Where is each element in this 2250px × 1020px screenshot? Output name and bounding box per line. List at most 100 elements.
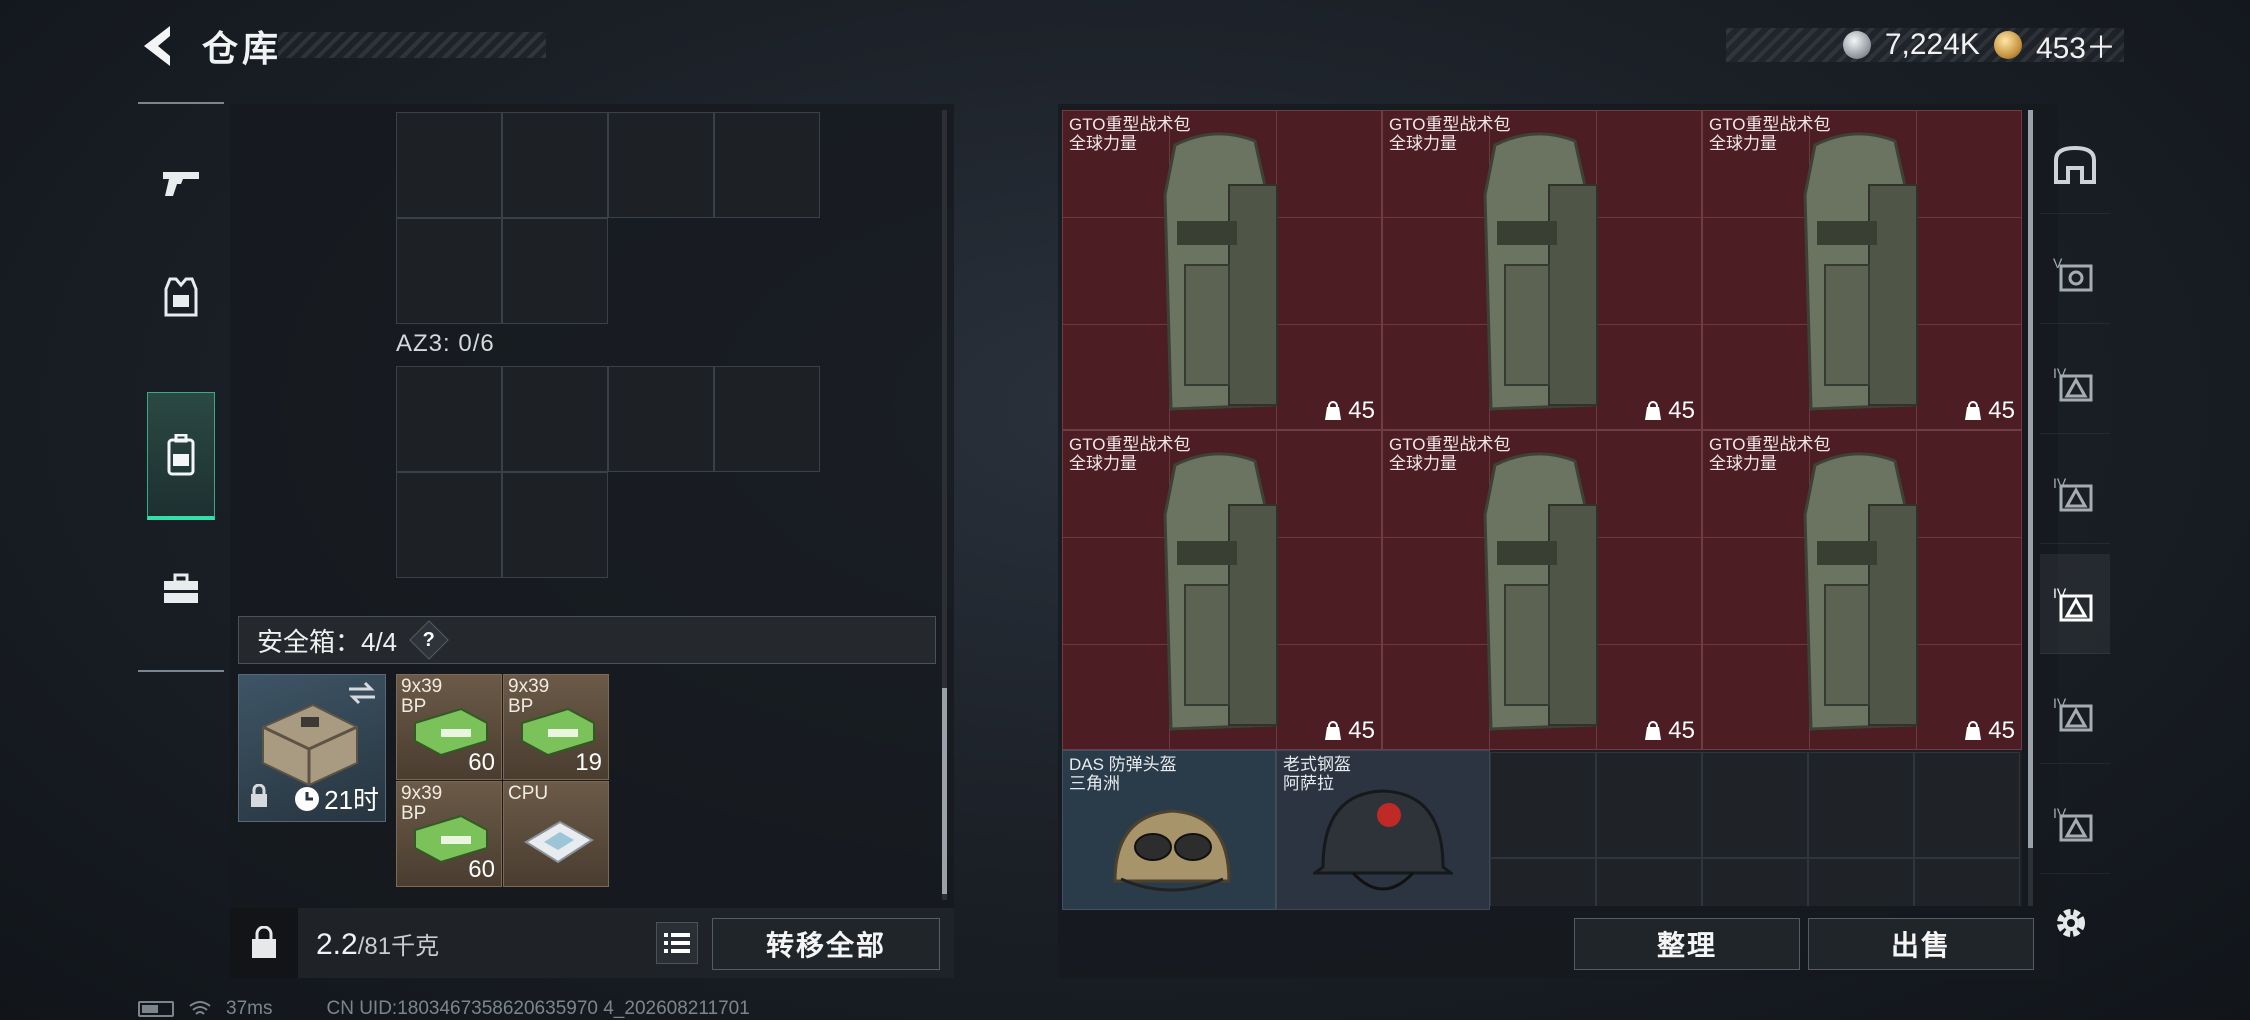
empty-cell[interactable] [1596,858,1702,906]
safe-item-cpu[interactable]: CPU [503,781,609,887]
tactical-backpack-icon [1483,452,1598,731]
grid-cell[interactable] [502,112,608,218]
nav-item-backpack[interactable] [147,392,215,520]
list-icon [664,933,690,953]
item-name: GTO重型战术包 全球力量 [1069,115,1191,153]
grid-cell[interactable] [396,112,502,218]
grid-cell[interactable] [396,218,502,324]
empty-cell[interactable] [1808,858,1914,906]
empty-cell[interactable] [1596,752,1702,858]
tab-home[interactable] [2040,114,2110,214]
stash-item-backpack[interactable]: GTO重型战术包 全球力量 45 [1382,110,1702,430]
stash-item-backpack[interactable]: GTO重型战术包 全球力量 45 [1062,430,1382,750]
empty-cell[interactable] [1914,752,2020,858]
safe-item-count: 60 [468,749,495,776]
grid-cell[interactable] [714,366,820,472]
safe-item-count: 19 [575,749,602,776]
empty-cell[interactable] [1490,858,1596,906]
tab-armor-iv-4[interactable]: IV [2040,664,2110,764]
home-icon [2054,145,2096,184]
empty-cell[interactable] [1702,752,1808,858]
nav-item-case[interactable] [138,544,224,634]
swap-icon[interactable] [347,681,377,710]
item-capacity: 45 [1324,397,1375,425]
safebox-grid: 9x39 BP 60 9x39 BP 19 9x39 BP 60 CPU [396,674,610,888]
capacity-value: 45 [1668,397,1695,424]
help-symbol: ? [423,628,436,651]
briefcase-icon [164,573,198,603]
battery-icon [138,1001,174,1017]
weight-lock-button[interactable] [230,908,298,978]
tactical-backpack-icon [1163,452,1278,731]
empty-cell[interactable] [1808,752,1914,858]
stash-tabs: V IV IV IV IV IV [2040,106,2110,906]
page-title: 仓库 [202,28,283,69]
weight-capacity: /81千克 [357,933,440,960]
safe-item-name: 9x39 BP [401,676,443,717]
weight-display: 2.2/81千克 [316,926,439,962]
tab-armor-iv-1[interactable]: IV [2040,334,2110,434]
item-name: GTO重型战术包 全球力量 [1709,115,1831,153]
grid-cell[interactable] [502,366,608,472]
left-category-nav [138,102,224,672]
item-capacity: 45 [1324,717,1375,745]
gold-amount[interactable]: 453＋ [2036,23,2116,67]
item-name: GTO重型战术包 全球力量 [1709,435,1831,473]
grid-cell[interactable] [502,218,608,324]
grid-cell[interactable] [396,472,502,578]
pistol-icon [163,172,199,196]
capacity-value: 45 [1348,397,1375,424]
stash-item-backpack[interactable]: GTO重型战术包 全球力量 45 [1382,430,1702,750]
list-view-button[interactable] [656,922,698,964]
secure-case-slot[interactable]: 21时 [238,674,386,822]
stash-item-helmet[interactable]: 老式钢盔 阿萨拉 [1276,750,1490,910]
status-bar: 37ms CN UID:1803467358620635970 4_202608… [138,998,750,1020]
grid-cell[interactable] [608,112,714,218]
back-button[interactable] [136,22,180,70]
iv-armor-icon: IV [2053,805,2093,841]
grid-cell[interactable] [608,366,714,472]
grid-cell[interactable] [502,472,608,578]
loadout-scrollbar-thumb[interactable] [942,688,947,894]
sort-button[interactable]: 整理 [1574,918,1800,970]
gear-icon [2057,909,2085,937]
stash-scrollbar-thumb[interactable] [2028,110,2033,848]
nav-item-armor[interactable] [138,252,224,342]
tab-armor-v[interactable]: V [2040,224,2110,324]
sell-button[interactable]: 出售 [1808,918,2034,970]
stash-item-backpack[interactable]: GTO重型战术包 全球力量 45 [1702,110,2022,430]
case-timer-text: 21时 [324,785,379,815]
lock-icon [249,783,269,813]
item-name: GTO重型战术包 全球力量 [1389,435,1511,473]
safe-item-name: CPU [508,783,549,804]
gold-coin-icon [1993,31,2022,59]
help-icon[interactable]: ? [409,620,449,660]
tab-armor-iv-5[interactable]: IV [2040,774,2110,874]
safebox-label: 安全箱：4/4 [257,626,398,657]
nav-item-weapons[interactable] [138,138,224,228]
empty-cell[interactable] [1914,858,2020,906]
safe-item-name: 9x39 BP [401,783,443,824]
safe-item-ammo[interactable]: 9x39 BP 60 [396,674,502,780]
v-armor-icon: V [2053,255,2093,291]
clock-icon [295,786,320,811]
transfer-all-button[interactable]: 转移全部 [712,918,940,970]
stash-item-helmet[interactable]: DAS 防弹头盔 三角洲 [1062,750,1276,910]
grid-cell[interactable] [396,366,502,472]
item-name: GTO重型战术包 全球力量 [1069,435,1191,473]
grid-cell[interactable] [714,112,820,218]
capacity-icon [1645,721,1662,740]
tab-armor-iv-3[interactable]: IV [2040,554,2110,654]
item-capacity: 45 [1964,397,2015,425]
safe-item-ammo[interactable]: 9x39 BP 60 [396,781,502,887]
stash-item-backpack[interactable]: GTO重型战术包 全球力量 45 [1062,110,1382,430]
item-capacity: 45 [1964,717,2015,745]
case-timer: 21时 [294,780,379,817]
empty-cell[interactable] [1702,858,1808,906]
tab-armor-iv-2[interactable]: IV [2040,444,2110,544]
settings-button[interactable] [2046,898,2096,948]
stash-item-backpack[interactable]: GTO重型战术包 全球力量 45 [1702,430,2022,750]
safe-item-ammo[interactable]: 9x39 BP 19 [503,674,609,780]
secure-case-icon [262,703,358,787]
empty-cell[interactable] [1490,752,1596,858]
